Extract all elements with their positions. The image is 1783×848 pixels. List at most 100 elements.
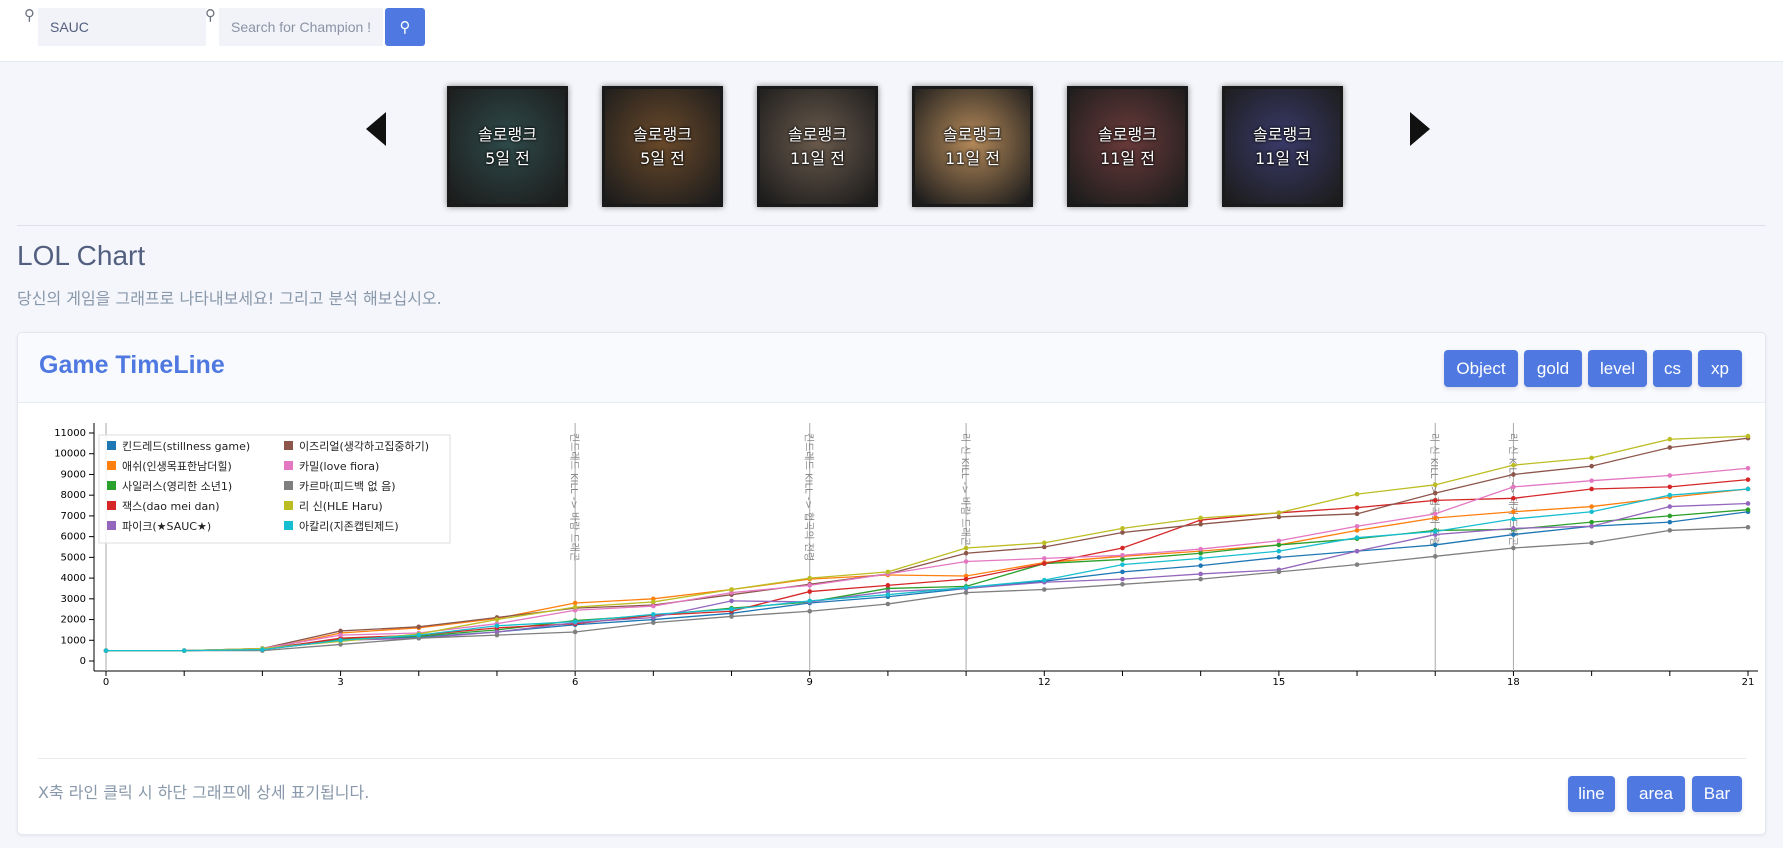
data-point — [963, 576, 969, 582]
data-point — [1589, 463, 1594, 469]
card-title: Game TimeLine — [39, 351, 225, 379]
data-point — [1589, 478, 1594, 483]
search-icon: ⚲ — [24, 6, 35, 24]
data-point — [651, 620, 656, 625]
area-chart-button[interactable]: area — [1627, 776, 1685, 812]
data-point — [885, 569, 891, 575]
y-tick-label: 3000 — [61, 594, 86, 605]
data-point — [1589, 519, 1594, 525]
data-point — [1432, 511, 1438, 517]
event-marker-label: 리 신 KILL -> 바람 드래곤 — [959, 433, 972, 546]
champion-match-thumbnail[interactable]: 솔로랭크 11일 전 — [1067, 86, 1188, 207]
data-point — [807, 608, 813, 614]
data-point — [1120, 526, 1125, 531]
data-point — [1198, 550, 1203, 556]
data-point — [1354, 511, 1360, 517]
bar-chart-button[interactable]: Bar — [1692, 776, 1742, 812]
data-point — [1589, 504, 1594, 509]
search-button[interactable]: ⚲ — [385, 8, 425, 46]
cs-button[interactable]: cs — [1653, 350, 1692, 387]
legend-label: 아칼리(지존캡틴제드) — [299, 520, 399, 533]
x-tick-label: 3 — [337, 677, 343, 688]
legend-swatch — [107, 501, 116, 510]
gold-timeline-chart[interactable]: 0 1000 2000 3000 4000 5000 6000 7000 8000 9000 100… — [38, 413, 1758, 713]
data-point — [651, 599, 656, 605]
data-point — [1198, 576, 1203, 582]
data-point — [807, 598, 813, 604]
card-footer-divider — [38, 758, 1746, 759]
data-point — [1041, 544, 1047, 550]
champion-match-thumbnail[interactable]: 솔로랭크 11일 전 — [912, 86, 1033, 207]
data-point — [1432, 542, 1438, 548]
section-divider — [17, 225, 1766, 226]
legend-label: 카밀(love fiora) — [299, 460, 379, 473]
data-point — [885, 601, 891, 607]
event-marker-label: 킨드레드 KILL -> 바람 드래곤 — [568, 433, 581, 561]
data-point — [1432, 515, 1438, 521]
carousel-next-arrow-icon[interactable] — [1410, 112, 1430, 146]
legend-swatch — [107, 481, 116, 490]
champion-match-thumbnail[interactable]: 솔로랭크 11일 전 — [757, 86, 878, 207]
data-point — [1667, 445, 1673, 450]
legend-swatch — [284, 521, 293, 530]
data-point — [1745, 486, 1751, 492]
object-button[interactable]: Object — [1444, 350, 1518, 387]
data-point — [572, 600, 578, 606]
data-point — [1276, 569, 1282, 575]
data-point — [1198, 546, 1203, 552]
data-point — [729, 598, 734, 604]
match-age-label: 5일 전 — [485, 148, 530, 168]
champion-match-thumbnail[interactable]: 솔로랭크 5일 전 — [602, 86, 723, 207]
data-point — [1511, 526, 1516, 531]
legend-swatch — [107, 441, 116, 450]
data-point — [1432, 482, 1438, 488]
data-point — [1745, 465, 1751, 471]
data-point — [963, 550, 969, 556]
legend-label: 이즈리얼(생각하고집중하기) — [299, 439, 429, 453]
xp-button[interactable]: xp — [1698, 350, 1742, 387]
match-age-label: 5일 전 — [640, 148, 685, 168]
legend-label: 킨드레드(stillness game) — [122, 440, 250, 453]
data-point — [1745, 507, 1751, 512]
data-point — [572, 629, 578, 635]
data-point — [1511, 484, 1516, 490]
data-point — [1667, 513, 1673, 519]
carousel-prev-arrow-icon[interactable] — [366, 112, 386, 146]
page-title: LOL Chart — [17, 240, 146, 271]
line-chart-button[interactable]: line — [1568, 776, 1615, 812]
champion-match-thumbnail[interactable]: 솔로랭크 5일 전 — [447, 86, 568, 207]
data-point — [416, 632, 422, 638]
match-age-label: 11일 전 — [945, 148, 1000, 168]
data-point — [729, 606, 734, 612]
data-point — [1589, 509, 1594, 515]
search-icon: ⚲ — [205, 6, 216, 24]
level-button[interactable]: level — [1588, 350, 1647, 387]
champion-match-thumbnail[interactable]: 솔로랭크 11일 전 — [1222, 86, 1343, 207]
x-tick-label: 18 — [1507, 677, 1520, 688]
x-tick-label: 9 — [807, 677, 813, 688]
data-point — [1511, 509, 1516, 515]
data-point — [1432, 490, 1438, 496]
data-point — [1354, 491, 1360, 497]
data-point — [1120, 569, 1125, 575]
page-subtitle: 당신의 게임을 그래프로 나타내보세요! 그리고 분석 해보십시오. — [17, 289, 442, 308]
data-point — [1432, 529, 1438, 534]
y-tick-label: 4000 — [61, 573, 86, 584]
data-point — [572, 619, 578, 624]
champion-search-input[interactable] — [219, 8, 383, 46]
gold-button[interactable]: gold — [1524, 350, 1582, 387]
data-point — [963, 590, 969, 595]
summoner-search-input[interactable] — [38, 8, 206, 46]
data-point — [1432, 554, 1438, 559]
x-tick-label: 12 — [1038, 677, 1051, 688]
legend-swatch — [107, 461, 116, 470]
data-point — [1041, 561, 1047, 566]
legend-label: 잭스(dao mei dan) — [122, 500, 220, 513]
data-point — [338, 632, 343, 638]
data-point — [1276, 538, 1282, 544]
data-point — [1120, 562, 1125, 567]
queue-type-label: 솔로랭크 — [478, 124, 537, 144]
data-point — [1120, 530, 1125, 535]
data-point — [1198, 556, 1203, 561]
y-tick-label: 6000 — [61, 532, 86, 543]
